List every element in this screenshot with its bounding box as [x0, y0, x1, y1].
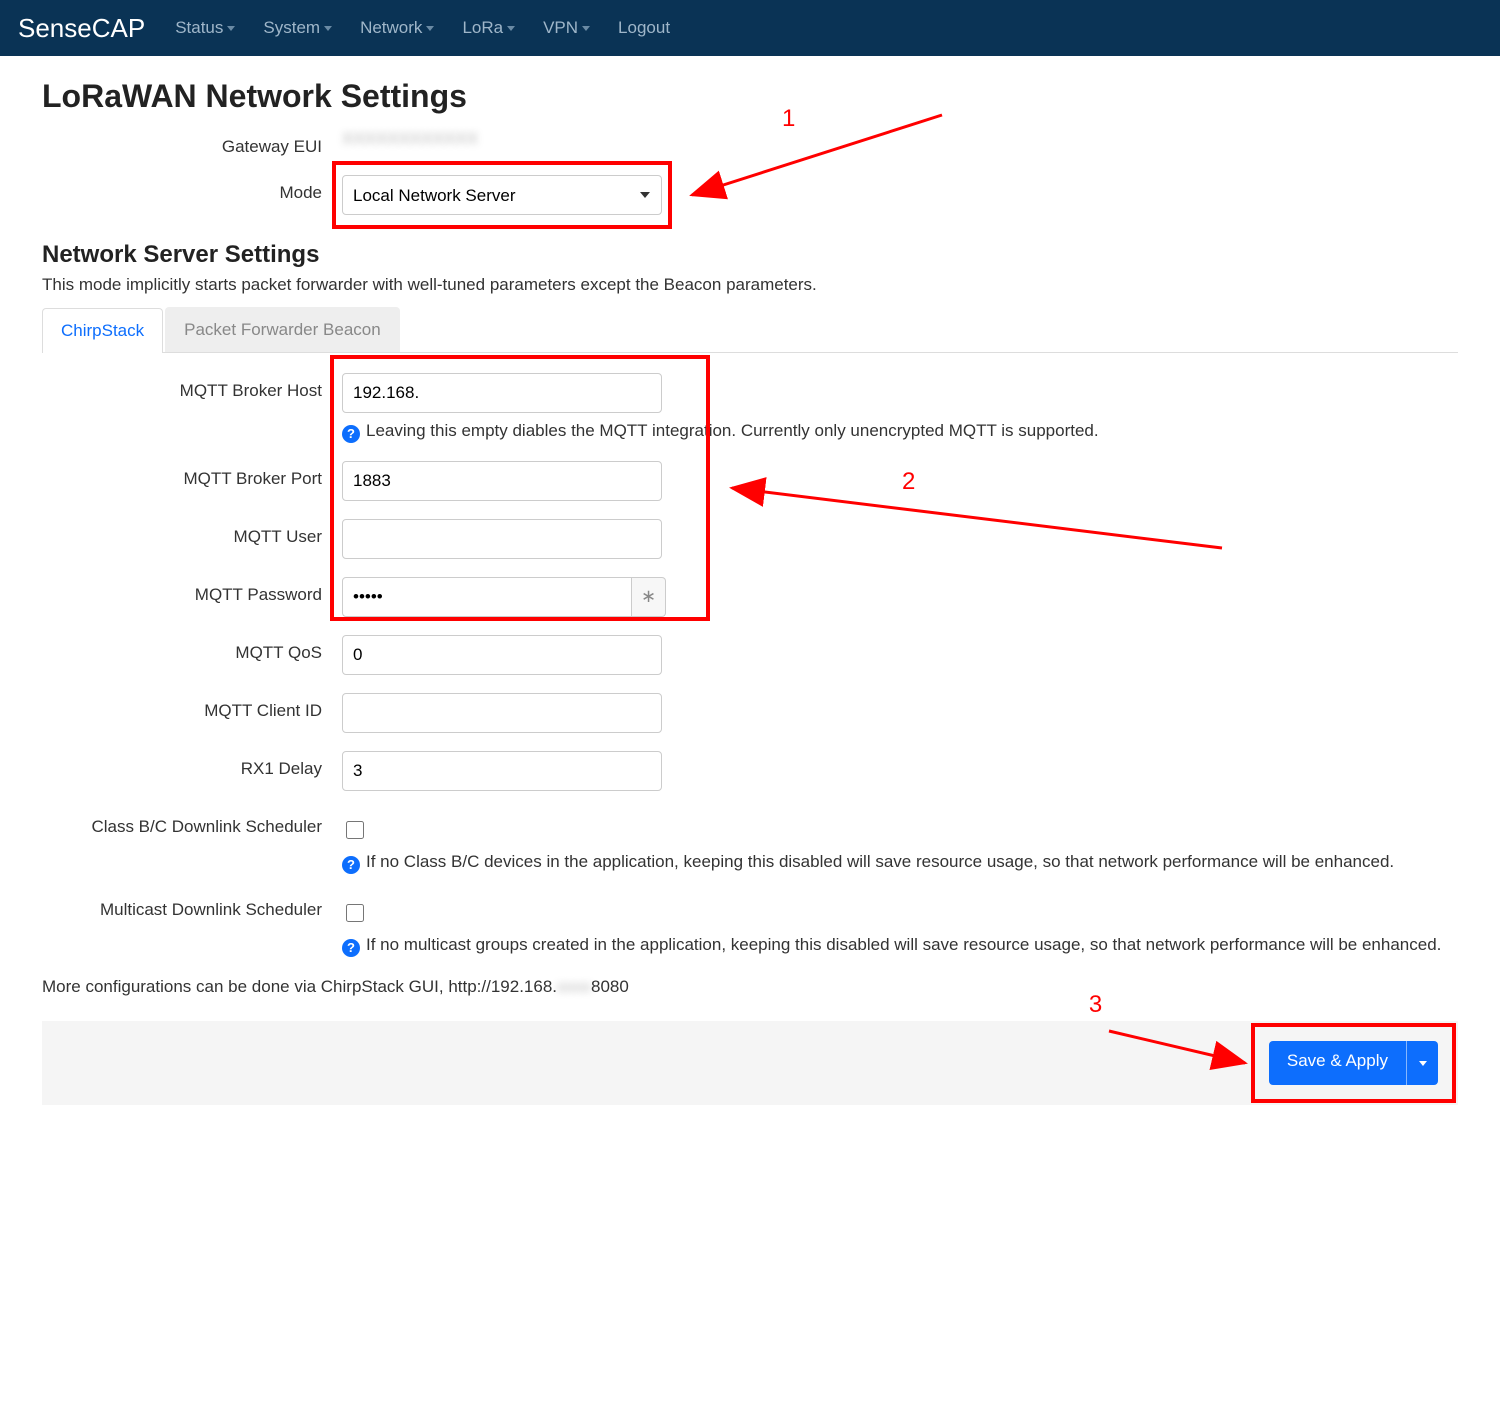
password-reveal-button[interactable]: ∗ [632, 577, 666, 617]
gateway-eui-value: XXXXXXXXXXXX [342, 129, 478, 148]
mqtt-host-hint: ?Leaving this empty diables the MQTT int… [342, 421, 1458, 443]
info-icon: ? [342, 856, 360, 874]
mode-label: Mode [42, 175, 342, 203]
dropdown-caret-icon[interactable] [1406, 1041, 1438, 1085]
caret-down-icon [227, 26, 235, 31]
mqtt-port-label: MQTT Broker Port [42, 461, 342, 489]
navbar: SenseCAP Status System Network LoRa VPN … [0, 0, 1500, 56]
caret-down-icon [426, 26, 434, 31]
mqtt-qos-input[interactable] [342, 635, 662, 675]
mode-select[interactable]: Local Network Server [342, 175, 662, 215]
nav-logout[interactable]: Logout [618, 18, 670, 38]
tab-chirpstack[interactable]: ChirpStack [42, 308, 163, 353]
multicast-checkbox[interactable] [346, 904, 364, 922]
mqtt-user-label: MQTT User [42, 519, 342, 547]
mqtt-client-id-input[interactable] [342, 693, 662, 733]
mqtt-port-input[interactable] [342, 461, 662, 501]
mqtt-client-id-label: MQTT Client ID [42, 693, 342, 721]
gateway-eui-label: Gateway EUI [42, 129, 342, 157]
footer-note: More configurations can be done via Chir… [42, 977, 1458, 997]
nav-vpn[interactable]: VPN [543, 18, 590, 38]
page-title: LoRaWAN Network Settings [42, 78, 1458, 115]
mqtt-host-input[interactable] [342, 373, 662, 413]
section-title: Network Server Settings [42, 241, 1458, 269]
mqtt-qos-label: MQTT QoS [42, 635, 342, 663]
nav-network[interactable]: Network [360, 18, 434, 38]
class-bc-checkbox[interactable] [346, 821, 364, 839]
nav-status[interactable]: Status [175, 18, 235, 38]
rx1-delay-input[interactable] [342, 751, 662, 791]
nav-lora[interactable]: LoRa [462, 18, 515, 38]
mqtt-user-input[interactable] [342, 519, 662, 559]
info-icon: ? [342, 425, 360, 443]
multicast-hint: ?If no multicast groups created in the a… [342, 935, 1458, 957]
nav-system[interactable]: System [263, 18, 332, 38]
class-bc-hint: ?If no Class B/C devices in the applicat… [342, 852, 1458, 874]
multicast-label: Multicast Downlink Scheduler [42, 892, 342, 920]
save-apply-button[interactable]: Save & Apply [1269, 1041, 1438, 1085]
tab-packet-forwarder-beacon[interactable]: Packet Forwarder Beacon [165, 307, 400, 352]
brand-logo: SenseCAP [18, 13, 145, 44]
actions-bar: Save & Apply [42, 1021, 1458, 1105]
mqtt-password-label: MQTT Password [42, 577, 342, 605]
section-description: This mode implicitly starts packet forwa… [42, 275, 1458, 295]
caret-down-icon [582, 26, 590, 31]
mqtt-host-label: MQTT Broker Host [42, 373, 342, 401]
caret-down-icon [507, 26, 515, 31]
caret-down-icon [324, 26, 332, 31]
mqtt-password-input[interactable] [342, 577, 632, 617]
tabs: ChirpStack Packet Forwarder Beacon [42, 307, 1458, 353]
class-bc-label: Class B/C Downlink Scheduler [42, 809, 342, 837]
rx1-delay-label: RX1 Delay [42, 751, 342, 779]
info-icon: ? [342, 939, 360, 957]
